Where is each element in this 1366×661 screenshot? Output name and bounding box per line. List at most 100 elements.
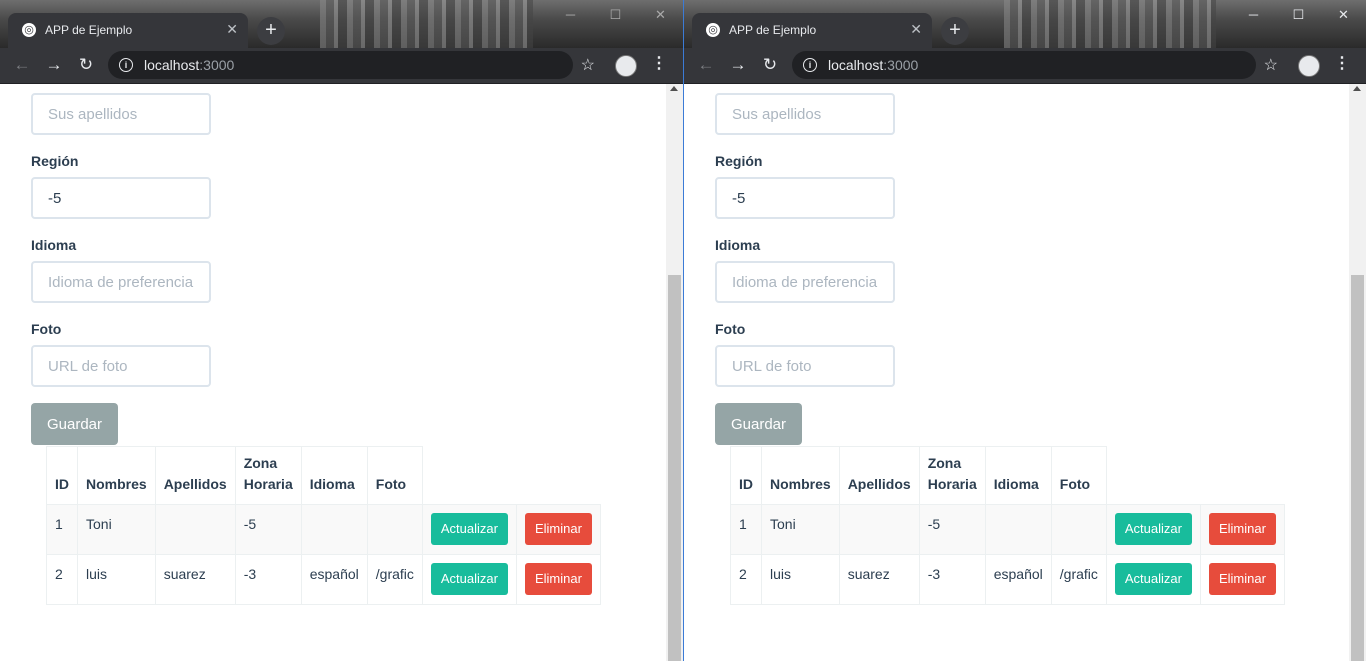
update-button[interactable]: Actualizar: [430, 513, 508, 545]
header-id: ID: [46, 446, 78, 505]
header-zona-horaria: Zona Horaria: [234, 446, 302, 505]
reload-icon[interactable]: ↻: [758, 54, 782, 76]
tab-close-icon[interactable]: ✕: [226, 21, 238, 38]
reload-icon[interactable]: ↻: [74, 54, 98, 76]
url-text: localhost:3000: [828, 57, 918, 73]
forward-arrow-icon[interactable]: →: [726, 54, 750, 76]
url-port: :3000: [199, 57, 235, 73]
header-delete: [1200, 447, 1284, 505]
delete-button[interactable]: Eliminar: [1208, 513, 1276, 545]
new-tab-button[interactable]: +: [257, 17, 285, 45]
vertical-scrollbar[interactable]: [666, 84, 683, 661]
region-label: Región: [31, 153, 79, 169]
cell-id: 2: [730, 554, 762, 605]
cell-nombres: Toni: [761, 504, 840, 555]
scroll-up-arrow-icon[interactable]: [670, 86, 678, 91]
vertical-scrollbar[interactable]: [1349, 84, 1366, 661]
cell-update: Actualizar: [421, 504, 517, 555]
window-controls: ─ ☐ ✕: [548, 0, 683, 30]
profile-avatar-icon[interactable]: [1298, 55, 1320, 77]
region-label: Región: [715, 153, 763, 169]
table-header-row: ID Nombres Apellidos Zona Horaria Idioma…: [730, 446, 1285, 505]
cell-nombres: luis: [761, 554, 840, 605]
foto-input[interactable]: [31, 345, 211, 387]
url-host: localhost: [828, 57, 884, 73]
header-foto: Foto: [1050, 446, 1107, 505]
cell-nombres: Toni: [77, 504, 156, 555]
forward-arrow-icon[interactable]: →: [42, 54, 66, 76]
browser-tab[interactable]: ◎ APP de Ejemplo ✕: [8, 13, 248, 48]
cell-zona: -5: [918, 504, 986, 555]
info-icon[interactable]: i: [119, 58, 133, 72]
users-table: ID Nombres Apellidos Zona Horaria Idioma…: [46, 446, 601, 605]
globe-icon: ◎: [22, 23, 36, 37]
foto-label: Foto: [31, 321, 62, 337]
scrollbar-thumb[interactable]: [1351, 275, 1364, 661]
minimize-icon[interactable]: ─: [1231, 0, 1276, 30]
close-icon[interactable]: ✕: [1321, 0, 1366, 30]
table-row: 1 Toni -5 Actualizar Eliminar: [46, 504, 601, 555]
close-icon[interactable]: ✕: [638, 0, 683, 30]
address-bar[interactable]: i localhost:3000: [792, 51, 1256, 79]
apellidos-input[interactable]: [31, 93, 211, 135]
tab-title: APP de Ejemplo: [45, 23, 133, 37]
tab-title: APP de Ejemplo: [729, 23, 817, 37]
header-id: ID: [730, 446, 762, 505]
kebab-menu-icon[interactable]: ⋮: [651, 54, 667, 74]
cell-id: 2: [46, 554, 78, 605]
apellidos-input[interactable]: [715, 93, 895, 135]
delete-button[interactable]: Eliminar: [524, 563, 592, 595]
delete-button[interactable]: Eliminar: [524, 513, 592, 545]
cell-apellidos: [154, 504, 236, 555]
window-controls: ─ ☐ ✕: [1231, 0, 1366, 30]
page-viewport: Región Idioma Foto Guardar ID Nombres Ap…: [684, 84, 1366, 661]
maximize-icon[interactable]: ☐: [593, 0, 638, 30]
profile-avatar-icon[interactable]: [615, 55, 637, 77]
bookmark-star-icon[interactable]: ☆: [581, 55, 595, 75]
region-input[interactable]: [715, 177, 895, 219]
back-arrow-icon[interactable]: ←: [10, 54, 34, 76]
cell-id: 1: [46, 504, 78, 555]
url-text: localhost:3000: [144, 57, 234, 73]
kebab-menu-icon[interactable]: ⋮: [1334, 54, 1350, 74]
browser-tab[interactable]: ◎ APP de Ejemplo ✕: [692, 13, 932, 48]
address-bar[interactable]: i localhost:3000: [108, 51, 573, 79]
delete-button[interactable]: Eliminar: [1208, 563, 1276, 595]
update-button[interactable]: Actualizar: [1114, 563, 1192, 595]
cell-update: Actualizar: [1105, 554, 1201, 605]
scrollbar-thumb[interactable]: [668, 275, 681, 661]
browser-toolbar: ← → ↻ i localhost:3000 ☆ ⋮: [684, 48, 1366, 84]
cell-idioma: [300, 504, 368, 555]
update-button[interactable]: Actualizar: [430, 563, 508, 595]
idioma-label: Idioma: [31, 237, 77, 253]
save-button[interactable]: Guardar: [715, 403, 802, 445]
idioma-input[interactable]: [715, 261, 895, 303]
foto-input[interactable]: [715, 345, 895, 387]
cell-foto: [366, 504, 423, 555]
maximize-icon[interactable]: ☐: [1276, 0, 1321, 30]
title-bar: ◎ APP de Ejemplo ✕ + ─ ☐ ✕: [684, 0, 1366, 48]
bookmark-star-icon[interactable]: ☆: [1264, 55, 1278, 75]
minimize-icon[interactable]: ─: [548, 0, 593, 30]
cell-foto: [1050, 504, 1107, 555]
cell-idioma: español: [300, 554, 368, 605]
idioma-input[interactable]: [31, 261, 211, 303]
url-port: :3000: [883, 57, 919, 73]
back-arrow-icon[interactable]: ←: [694, 54, 718, 76]
cell-foto: /grafic: [366, 554, 423, 605]
table-header-row: ID Nombres Apellidos Zona Horaria Idioma…: [46, 446, 601, 505]
new-tab-button[interactable]: +: [941, 17, 969, 45]
info-icon[interactable]: i: [803, 58, 817, 72]
cell-idioma: [984, 504, 1052, 555]
header-idioma: Idioma: [300, 446, 368, 505]
table-row: 2 luis suarez -3 español /grafic Actuali…: [46, 554, 601, 605]
cell-apellidos: suarez: [154, 554, 236, 605]
cell-update: Actualizar: [1105, 504, 1201, 555]
update-button[interactable]: Actualizar: [1114, 513, 1192, 545]
scroll-up-arrow-icon[interactable]: [1353, 86, 1361, 91]
region-input[interactable]: [31, 177, 211, 219]
cell-apellidos: suarez: [838, 554, 920, 605]
save-button[interactable]: Guardar: [31, 403, 118, 445]
tab-close-icon[interactable]: ✕: [910, 21, 922, 38]
table-row: 1 Toni -5 Actualizar Eliminar: [730, 504, 1285, 555]
